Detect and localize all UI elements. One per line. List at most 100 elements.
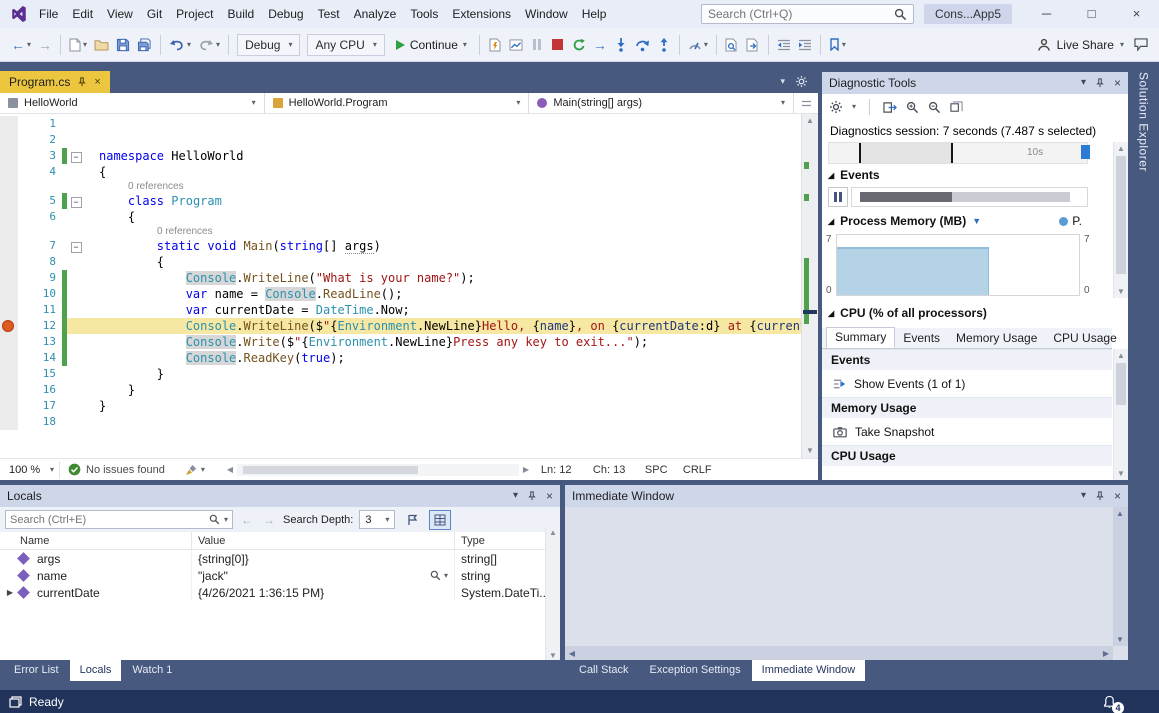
scroll-right-icon[interactable]: ▶ [519,465,533,474]
immediate-vertical-scrollbar[interactable]: ▲ ▼ [1113,507,1128,646]
breakpoint-margin[interactable] [0,238,18,254]
code-line[interactable]: 12 Console.WriteLine($"{Environment.NewL… [0,318,801,334]
grid-layout-icon[interactable] [429,510,451,530]
settings-dropdown-icon[interactable]: ▾ [852,103,856,111]
scroll-down-icon[interactable]: ▼ [1114,285,1128,298]
code-line[interactable]: 2 [0,132,801,148]
tab-error-list[interactable]: Error List [4,660,69,681]
solution-platforms-select[interactable]: Any CPU▾ [307,34,384,56]
toggle-bookmark-icon[interactable]: ▾ [826,33,849,57]
code-editor[interactable]: 123−namespace HelloWorld4{0 references5−… [0,114,818,458]
menu-help[interactable]: Help [575,0,614,28]
increase-indent-icon[interactable] [795,33,815,57]
zoom-in-icon[interactable] [906,101,919,114]
cpu-section-header[interactable]: ◢ CPU (% of all processors) [828,306,987,320]
locals-scrollbar[interactable]: ▲ ▼ [545,528,560,660]
apply-code-changes-icon[interactable] [485,33,505,57]
save-icon[interactable] [113,33,133,57]
minimize-button[interactable]: ─ [1024,0,1069,28]
fold-toggle-icon[interactable]: − [71,197,82,208]
editor-vertical-scrollbar[interactable]: ▲ ▼ [801,114,818,458]
breakpoint-margin[interactable] [0,254,18,270]
code-line[interactable]: 1 [0,116,801,132]
timeline-current-marker[interactable] [1081,145,1090,159]
close-icon[interactable]: × [1114,77,1121,89]
fold-toggle-icon[interactable]: − [71,242,82,253]
solution-configurations-select[interactable]: Debug▾ [237,34,300,56]
undo-icon[interactable]: ▾ [166,33,194,57]
collapse-triangle-icon[interactable]: ◢ [828,309,834,318]
collapse-triangle-icon[interactable]: ◢ [828,171,834,180]
reset-view-icon[interactable] [950,101,963,114]
menu-edit[interactable]: Edit [65,0,100,28]
code-line[interactable]: 11 var currentDate = DateTime.Now; [0,302,801,318]
close-tab-icon[interactable]: × [94,76,100,88]
locals-row[interactable]: ▶currentDate{4/26/2021 1:36:15 PM}System… [0,584,560,601]
memory-section-header[interactable]: ◢ Process Memory (MB) ▼ P. [828,214,1104,228]
code-line[interactable]: 8 { [0,254,801,270]
scroll-down-icon[interactable]: ▼ [1114,467,1128,480]
close-button[interactable]: × [1114,0,1159,28]
scrollbar-thumb[interactable] [1116,156,1126,274]
show-diagnostic-tools-icon[interactable] [506,33,526,57]
tab-solution-explorer[interactable]: Solution Explorer [1137,72,1151,172]
summary-scrollbar[interactable]: ▲ ▼ [1113,349,1128,480]
filter-icon[interactable]: ▼ [972,216,981,226]
locals-search-box[interactable]: ▾ [5,510,233,529]
code-line[interactable]: 13 Console.Write($"{Environment.NewLine}… [0,334,801,350]
menu-window[interactable]: Window [518,0,575,28]
menu-build[interactable]: Build [221,0,262,28]
tab-call-stack[interactable]: Call Stack [569,660,639,681]
member-dropdown[interactable]: Main(string[] args)▾ [529,93,794,113]
column-header-name[interactable]: Name [0,532,192,549]
issues-status[interactable]: No issues found [86,464,165,476]
immediate-horizontal-scrollbar[interactable]: ◀ ▶ [565,646,1113,660]
code-cleanup-icon[interactable]: ▾ [185,464,205,476]
flag-icon[interactable] [401,510,423,530]
diagnostics-timeline[interactable]: 10s [828,142,1088,164]
window-menu-icon[interactable]: ▾ [1081,491,1086,501]
events-track[interactable] [851,187,1088,207]
close-icon[interactable]: × [1114,490,1121,502]
take-snapshot-link[interactable]: Take Snapshot [822,418,1112,445]
continue-button[interactable]: Continue▾ [389,33,474,57]
zoom-out-icon[interactable] [928,101,941,114]
expand-arrow-icon[interactable]: ▶ [4,588,16,597]
breakpoint-margin[interactable] [0,286,18,302]
pin-icon[interactable] [1095,491,1105,501]
scrollbar-thumb[interactable] [243,466,418,474]
events-section-header[interactable]: ◢ Events [828,168,880,182]
settings-gear-icon[interactable] [829,100,843,114]
navigate-to-icon[interactable] [743,33,763,57]
close-icon[interactable]: × [546,490,553,502]
search-next-icon[interactable]: → [261,513,277,527]
events-pause-icon[interactable] [828,187,848,207]
step-out-icon[interactable] [654,33,674,57]
stop-debugging-icon[interactable] [548,33,568,57]
search-dropdown-icon[interactable]: ▾ [224,516,228,524]
memory-plot-area[interactable] [836,234,1080,296]
breakpoint-margin[interactable] [0,270,18,286]
code-line[interactable]: 15 } [0,366,801,382]
menu-file[interactable]: File [32,0,65,28]
breakpoint-margin[interactable] [0,209,18,225]
maximize-button[interactable]: □ [1069,0,1114,28]
health-check-icon[interactable] [68,463,81,476]
pin-icon[interactable] [527,491,537,501]
break-all-icon[interactable] [527,33,547,57]
zoom-select[interactable]: 100 %▾ [4,461,60,479]
code-line[interactable]: 7− static void Main(string[] args) [0,238,801,254]
breakpoint-margin[interactable] [0,334,18,350]
breakpoint-margin[interactable] [0,318,18,334]
locals-row[interactable]: args{string[0]}string[] [0,550,560,567]
breakpoint-margin[interactable] [0,132,18,148]
locals-search-input[interactable] [10,514,205,526]
project-dropdown[interactable]: HelloWorld▾ [0,93,265,113]
code-line[interactable]: 5− class Program [0,193,801,209]
text-visualizer-icon[interactable]: ▾ [430,570,448,581]
scrollbar-thumb[interactable] [1116,363,1126,405]
code-line[interactable]: 3−namespace HelloWorld [0,148,801,164]
decrease-indent-icon[interactable] [774,33,794,57]
tab-events[interactable]: Events [895,329,948,348]
charts-scrollbar[interactable]: ▲ ▼ [1113,142,1128,298]
